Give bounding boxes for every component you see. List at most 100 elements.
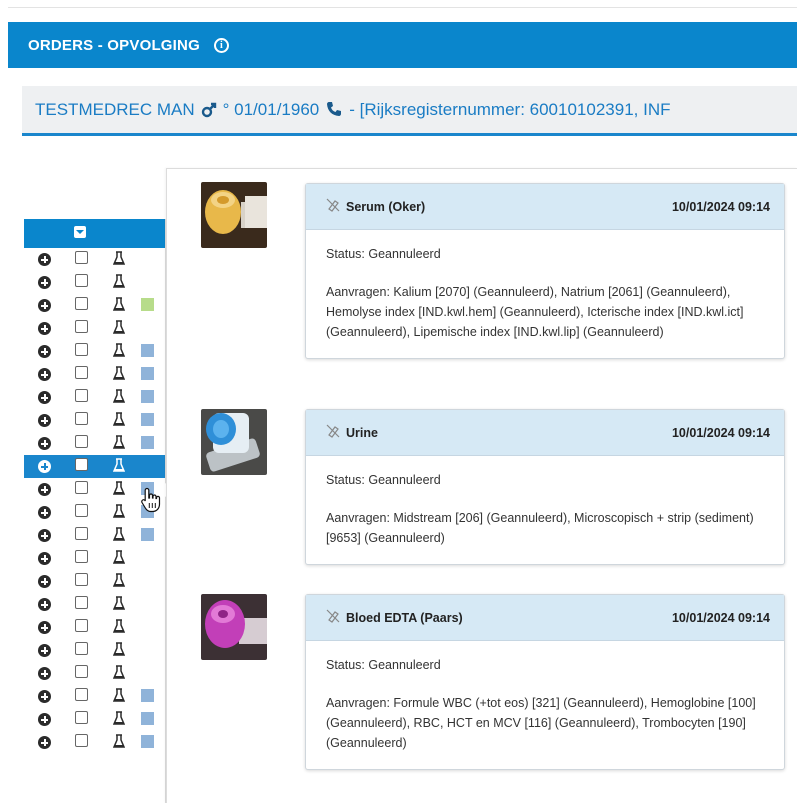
sample-title: Bloed EDTA (Paars) bbox=[346, 610, 463, 625]
row-checkbox[interactable] bbox=[75, 711, 88, 724]
sample-cancelled-icon bbox=[326, 198, 340, 215]
sample-datetime: 10/01/2024 09:14 bbox=[671, 610, 770, 625]
expand-plus-icon[interactable] bbox=[38, 690, 51, 703]
flask-icon bbox=[113, 274, 125, 288]
row-checkbox[interactable] bbox=[75, 297, 88, 310]
row-checkbox[interactable] bbox=[75, 734, 88, 747]
serum-tube-image bbox=[201, 182, 267, 248]
expand-plus-icon[interactable] bbox=[38, 529, 51, 542]
sample-requests: Aanvragen: Midstream [206] (Geannuleerd)… bbox=[326, 511, 754, 545]
order-row[interactable] bbox=[24, 593, 165, 616]
row-checkbox[interactable] bbox=[75, 343, 88, 356]
flask-icon bbox=[113, 642, 125, 656]
sample-card-urine[interactable]: Urine 10/01/2024 09:14 Status: Geannulee… bbox=[305, 409, 785, 565]
order-row[interactable] bbox=[24, 340, 165, 363]
expand-plus-icon[interactable] bbox=[38, 299, 51, 312]
order-row[interactable] bbox=[24, 455, 165, 478]
sample-cancelled-icon bbox=[326, 609, 340, 626]
sample-status: Status: Geannuleerd bbox=[326, 247, 441, 261]
info-icon[interactable]: i bbox=[213, 37, 229, 53]
expand-plus-icon[interactable] bbox=[38, 437, 51, 450]
row-checkbox[interactable] bbox=[75, 527, 88, 540]
expand-plus-icon[interactable] bbox=[38, 253, 51, 266]
row-checkbox[interactable] bbox=[75, 642, 88, 655]
male-icon bbox=[201, 100, 217, 120]
expand-plus-icon[interactable] bbox=[38, 391, 51, 404]
row-checkbox[interactable] bbox=[75, 550, 88, 563]
row-checkbox[interactable] bbox=[75, 504, 88, 517]
row-checkbox[interactable] bbox=[75, 596, 88, 609]
expand-plus-icon[interactable] bbox=[38, 345, 51, 358]
row-checkbox[interactable] bbox=[75, 573, 88, 586]
sample-status: Status: Geannuleerd bbox=[326, 658, 441, 672]
expand-plus-icon[interactable] bbox=[38, 621, 51, 634]
flask-icon bbox=[113, 734, 125, 748]
order-row[interactable] bbox=[24, 363, 165, 386]
row-checkbox[interactable] bbox=[75, 688, 88, 701]
status-color-square bbox=[141, 367, 154, 380]
flask-icon bbox=[113, 343, 125, 357]
order-row[interactable] bbox=[24, 271, 165, 294]
patient-banner: TESTMEDREC MAN ° 01/01/1960 - [Rijksregi… bbox=[22, 86, 797, 136]
row-checkbox[interactable] bbox=[75, 665, 88, 678]
flask-icon bbox=[113, 596, 125, 610]
order-row[interactable] bbox=[24, 386, 165, 409]
order-row[interactable] bbox=[24, 570, 165, 593]
order-row[interactable] bbox=[24, 662, 165, 685]
row-checkbox[interactable] bbox=[75, 320, 88, 333]
expand-plus-icon[interactable] bbox=[38, 667, 51, 680]
row-checkbox[interactable] bbox=[75, 366, 88, 379]
flask-icon bbox=[113, 481, 125, 495]
flask-icon bbox=[113, 297, 125, 311]
flask-icon bbox=[113, 366, 125, 380]
order-row[interactable] bbox=[24, 547, 165, 570]
row-checkbox[interactable] bbox=[75, 435, 88, 448]
expand-plus-icon[interactable] bbox=[38, 736, 51, 749]
row-checkbox[interactable] bbox=[75, 458, 88, 471]
row-checkbox[interactable] bbox=[75, 389, 88, 402]
row-checkbox[interactable] bbox=[75, 619, 88, 632]
order-row[interactable] bbox=[24, 616, 165, 639]
expand-plus-icon[interactable] bbox=[38, 276, 51, 289]
order-row[interactable] bbox=[24, 409, 165, 432]
expand-plus-icon[interactable] bbox=[38, 460, 51, 473]
expand-plus-icon[interactable] bbox=[38, 414, 51, 427]
order-row[interactable] bbox=[24, 524, 165, 547]
row-checkbox[interactable] bbox=[75, 412, 88, 425]
expand-plus-icon[interactable] bbox=[38, 713, 51, 726]
top-divider bbox=[8, 0, 797, 8]
order-row[interactable] bbox=[24, 685, 165, 708]
expand-plus-icon[interactable] bbox=[38, 322, 51, 335]
order-list-header bbox=[24, 219, 165, 248]
sample-status: Status: Geannuleerd bbox=[326, 473, 441, 487]
sample-requests: Aanvragen: Formule WBC (+tot eos) [321] … bbox=[326, 696, 756, 750]
order-row[interactable] bbox=[24, 708, 165, 731]
status-color-square bbox=[141, 689, 154, 702]
urine-tube-image bbox=[201, 409, 267, 475]
flask-icon bbox=[113, 458, 125, 472]
expand-plus-icon[interactable] bbox=[38, 506, 51, 519]
expand-plus-icon[interactable] bbox=[38, 483, 51, 496]
expand-plus-icon[interactable] bbox=[38, 575, 51, 588]
order-row[interactable] bbox=[24, 731, 165, 754]
expand-plus-icon[interactable] bbox=[38, 552, 51, 565]
row-checkbox[interactable] bbox=[75, 274, 88, 287]
order-row[interactable] bbox=[24, 317, 165, 340]
order-row[interactable] bbox=[24, 294, 165, 317]
expand-plus-icon[interactable] bbox=[38, 644, 51, 657]
sample-card-edta[interactable]: Bloed EDTA (Paars) 10/01/2024 09:14 Stat… bbox=[305, 594, 785, 770]
expand-plus-icon[interactable] bbox=[38, 598, 51, 611]
row-checkbox[interactable] bbox=[75, 481, 88, 494]
row-checkbox[interactable] bbox=[75, 251, 88, 264]
status-color-square bbox=[141, 735, 154, 748]
select-dropdown-icon[interactable] bbox=[74, 226, 86, 238]
sample-card-serum[interactable]: Serum (Oker) 10/01/2024 09:14 Status: Ge… bbox=[305, 183, 785, 359]
patient-name: TESTMEDREC MAN bbox=[35, 99, 195, 119]
phone-icon[interactable] bbox=[325, 100, 343, 120]
flask-icon bbox=[113, 688, 125, 702]
expand-plus-icon[interactable] bbox=[38, 368, 51, 381]
order-row[interactable] bbox=[24, 248, 165, 271]
order-row[interactable] bbox=[24, 639, 165, 662]
flask-icon bbox=[113, 320, 125, 334]
order-row[interactable] bbox=[24, 432, 165, 455]
